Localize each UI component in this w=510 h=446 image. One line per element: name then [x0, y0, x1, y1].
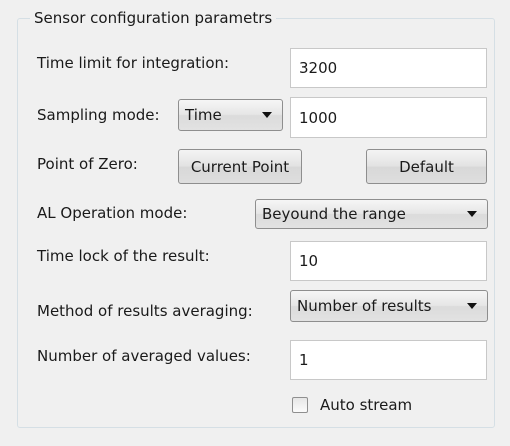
time-limit-value: 3200: [299, 59, 338, 77]
point-of-zero-label: Point of Zero:: [37, 155, 138, 173]
default-button[interactable]: Default: [366, 149, 487, 184]
sampling-mode-label: Sampling mode:: [37, 106, 160, 124]
group-title: Sensor configuration parametrs: [30, 8, 277, 28]
current-point-button[interactable]: Current Point: [178, 149, 302, 184]
chevron-down-icon: [262, 112, 272, 118]
time-lock-value: 10: [299, 252, 319, 270]
al-operation-mode-select[interactable]: Beyound the range: [255, 199, 488, 229]
al-operation-mode-label: AL Operation mode:: [37, 204, 188, 222]
chevron-down-icon: [467, 211, 477, 217]
time-lock-label: Time lock of the result:: [37, 247, 210, 265]
averaging-method-label: Method of results averaging:: [37, 302, 253, 320]
auto-stream-label[interactable]: Auto stream: [320, 394, 412, 416]
averaged-values-input[interactable]: 1: [290, 340, 487, 380]
chevron-down-icon: [467, 303, 477, 309]
sampling-value: 1000: [299, 108, 338, 127]
sampling-mode-select[interactable]: Time: [178, 99, 283, 131]
sampling-value-input[interactable]: 1000: [290, 97, 487, 138]
auto-stream-checkbox[interactable]: [292, 397, 308, 413]
sampling-mode-selected: Time: [185, 106, 222, 124]
time-limit-label: Time limit for integration:: [37, 54, 230, 72]
averaging-method-select[interactable]: Number of results: [290, 290, 488, 322]
time-limit-input[interactable]: 3200: [290, 48, 487, 88]
averaged-values-label: Number of averaged values:: [37, 347, 251, 365]
averaging-method-selected: Number of results: [297, 297, 432, 315]
al-operation-mode-selected: Beyound the range: [262, 205, 406, 223]
averaged-values-value: 1: [299, 351, 309, 369]
time-lock-input[interactable]: 10: [290, 241, 487, 281]
